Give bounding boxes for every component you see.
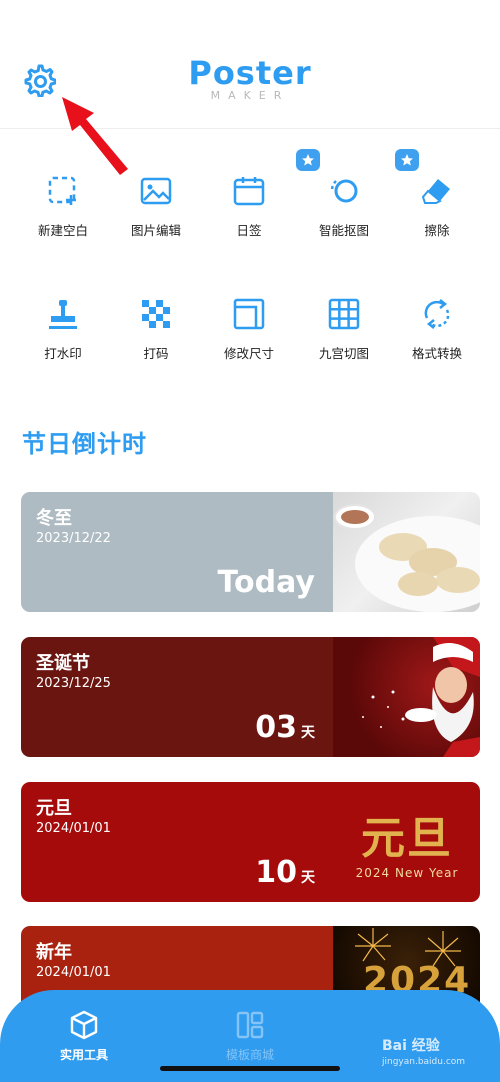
- tool-watermark[interactable]: 打水印: [13, 298, 113, 408]
- tool-label: 修改尺寸: [223, 346, 274, 361]
- gear-icon[interactable]: [22, 63, 56, 97]
- dumplings-image: [334, 504, 480, 612]
- stamp-icon: [49, 300, 77, 329]
- grid-icon: [328, 298, 360, 330]
- mosaic-icon: [142, 300, 170, 328]
- today-label: Today: [217, 565, 315, 600]
- santa-image: [362, 637, 480, 757]
- tool-calendar[interactable]: 日签: [199, 175, 299, 285]
- template-icon: [236, 1011, 264, 1039]
- convert-icon: [424, 299, 450, 329]
- new-blank-icon: [48, 176, 76, 205]
- countdown-card-new-years-day[interactable]: 元旦 2024 New Year 元旦 2024/01/01 10 天: [21, 782, 480, 902]
- tool-label: 九宫切图: [318, 346, 369, 361]
- days-unit: 天: [301, 870, 315, 886]
- baidu-watermark: Bai 经验 jingyan.baidu.com: [382, 1035, 492, 1075]
- tool-resize[interactable]: 修改尺寸: [199, 298, 299, 408]
- cube-icon: [70, 1010, 98, 1040]
- watermark-text: Bai 经验: [382, 1038, 440, 1054]
- tool-mosaic[interactable]: 打码: [106, 298, 206, 408]
- days-remaining: 10 天: [255, 855, 315, 890]
- section-title: 节日倒计时: [22, 430, 147, 458]
- star-icon: [302, 154, 314, 166]
- calendar-icon: [233, 177, 265, 206]
- holiday-name: 圣诞节: [36, 653, 90, 674]
- image-subtitle: 2024 New Year: [355, 866, 459, 880]
- home-indicator: [160, 1066, 340, 1071]
- days-remaining: 03 天: [255, 710, 315, 745]
- tool-cutout[interactable]: 智能抠图: [294, 149, 394, 285]
- tab-utility-tools[interactable]: 实用工具: [24, 1002, 144, 1063]
- tab-template-store[interactable]: 模板商城: [190, 1002, 310, 1063]
- card-image: [333, 492, 480, 612]
- holiday-date: 2024/01/01: [36, 821, 111, 836]
- holiday-name: 元旦: [36, 798, 72, 819]
- tool-label: 格式转换: [411, 346, 462, 361]
- holiday-name: 新年: [36, 942, 72, 963]
- image-title: 元旦: [361, 813, 453, 864]
- eraser-icon: [421, 179, 450, 204]
- app-logo: Poster MAKER: [170, 55, 330, 102]
- red-arrow-annotation: [62, 97, 128, 175]
- tool-label: 擦除: [424, 223, 450, 238]
- tool-label: 日签: [236, 223, 262, 238]
- star-badge: [296, 149, 320, 171]
- tool-new-blank[interactable]: 新建空白: [13, 175, 113, 285]
- days-unit: 天: [301, 725, 315, 741]
- watermark-url: jingyan.baidu.com: [382, 1057, 466, 1067]
- holiday-date: 2024/01/01: [36, 965, 111, 980]
- resize-icon: [233, 298, 265, 330]
- star-icon: [401, 154, 413, 166]
- tool-label: 图片编辑: [130, 223, 181, 238]
- tool-label: 打码: [143, 346, 169, 361]
- card-image: [333, 637, 480, 757]
- star-badge: [395, 149, 419, 171]
- tool-label: 打水印: [44, 346, 82, 361]
- image-edit-icon: [140, 177, 172, 205]
- tool-grid-cut[interactable]: 九宫切图: [294, 298, 394, 408]
- holiday-date: 2023/12/22: [36, 531, 111, 546]
- cutout-icon: [330, 179, 358, 203]
- days-number: 10: [255, 855, 297, 890]
- tab-label: 模板商城: [225, 1048, 274, 1062]
- tool-label: 智能抠图: [318, 223, 369, 238]
- tool-label: 新建空白: [37, 223, 88, 238]
- countdown-card-winter-solstice[interactable]: 冬至 2023/12/22 Today: [21, 492, 480, 612]
- tab-label: 实用工具: [59, 1048, 108, 1062]
- holiday-date: 2023/12/25: [36, 676, 111, 691]
- tool-format-convert[interactable]: 格式转换: [387, 298, 487, 408]
- tool-eraser[interactable]: 擦除: [387, 149, 487, 285]
- logo-main: Poster: [188, 54, 312, 92]
- days-number: 03: [255, 710, 297, 745]
- countdown-card-christmas[interactable]: 圣诞节 2023/12/25 03 天: [21, 637, 480, 757]
- card-image: 元旦 2024 New Year: [333, 782, 480, 902]
- holiday-name: 冬至: [36, 508, 72, 529]
- tool-image-edit[interactable]: 图片编辑: [106, 175, 206, 285]
